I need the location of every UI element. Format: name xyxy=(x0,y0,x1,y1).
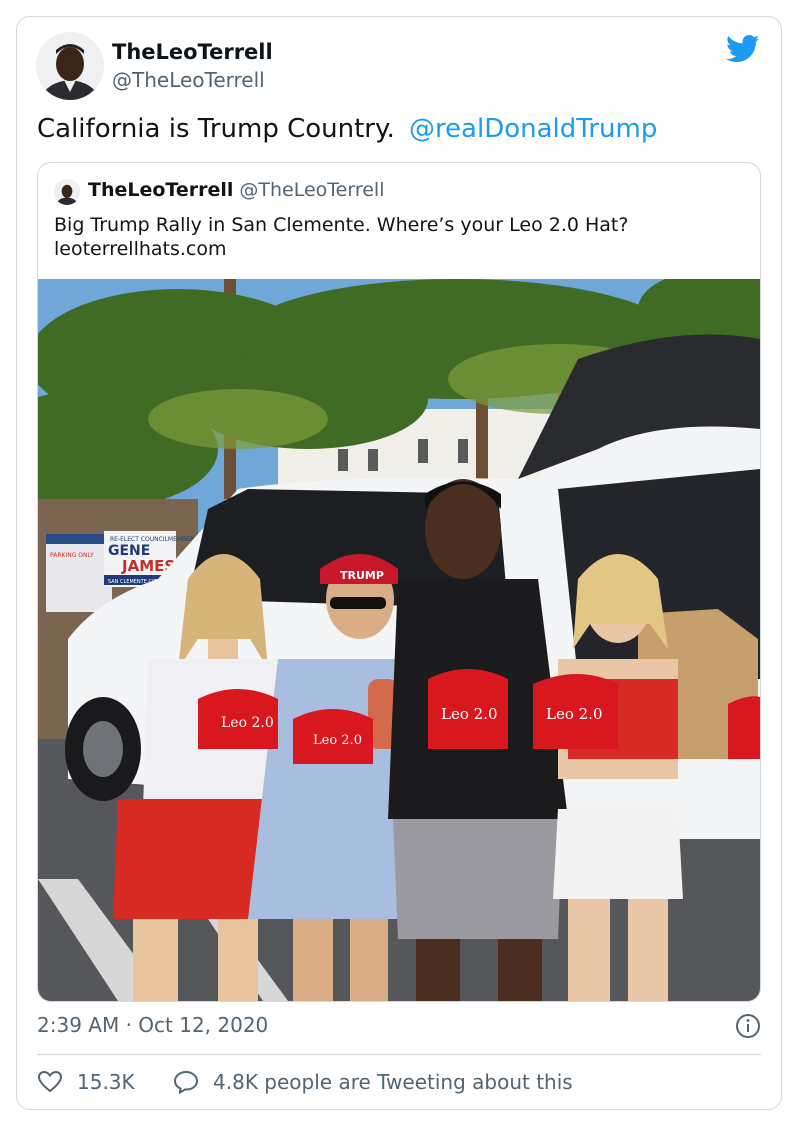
hat-label-1: Leo 2.0 xyxy=(221,715,274,731)
divider xyxy=(37,1054,761,1055)
tweet-body: California is Trump Country. xyxy=(37,114,395,144)
author-name[interactable]: TheLeoTerrell xyxy=(112,40,273,64)
sign-line-1: RE-ELECT COUNCILMEMBER xyxy=(110,536,194,543)
engagement-stats: 15.3K 4.8K people are Tweeting about thi… xyxy=(37,1070,605,1096)
quoted-text-line1: Big Trump Rally in San Clemente. Where’s… xyxy=(54,214,629,236)
heart-icon xyxy=(37,1070,63,1093)
timestamp[interactable]: 2:39 AM · Oct 12, 2020 xyxy=(37,1013,268,1037)
author-handle[interactable]: @TheLeoTerrell xyxy=(112,68,265,92)
quoted-tweet[interactable]: TheLeoTerrell @TheLeoTerrell Big Trump Ra… xyxy=(37,162,761,1002)
info-icon[interactable] xyxy=(735,1013,761,1039)
twitter-bird-icon[interactable] xyxy=(726,34,760,64)
hat-label-2: Leo 2.0 xyxy=(313,733,362,748)
quoted-author-name[interactable]: TheLeoTerrell xyxy=(88,179,233,201)
parking-sign-text: PARKING ONLY xyxy=(50,552,94,559)
quoted-text: Big Trump Rally in San Clemente. Where’s… xyxy=(54,213,744,261)
hat-label-4: Leo 2.0 xyxy=(546,705,603,723)
speech-bubble-icon xyxy=(174,1070,199,1094)
visor-text: TRUMP xyxy=(340,569,384,582)
like-count: 15.3K xyxy=(77,1070,135,1094)
tweet-text: California is Trump Country. @realDonaldT… xyxy=(37,114,657,144)
quoted-author[interactable]: TheLeoTerrell @TheLeoTerrell xyxy=(88,179,385,201)
like-button[interactable]: 15.3K xyxy=(37,1070,135,1094)
quoted-author-handle[interactable]: @TheLeoTerrell xyxy=(239,179,384,201)
tweeting-link[interactable]: 4.8K people are Tweeting about this xyxy=(173,1070,573,1094)
avatar[interactable] xyxy=(36,32,104,100)
quoted-avatar[interactable] xyxy=(54,179,80,205)
hat-label-3: Leo 2.0 xyxy=(441,705,498,723)
mention-link[interactable]: @realDonaldTrump xyxy=(409,114,657,144)
rally-photo[interactable]: PARKING ONLY RE-ELECT COUNCILMEMBER GENE… xyxy=(38,279,760,1001)
quoted-link[interactable]: leoterrellhats.com xyxy=(54,237,744,261)
tweeting-count: 4.8K people are Tweeting about this xyxy=(213,1070,573,1094)
